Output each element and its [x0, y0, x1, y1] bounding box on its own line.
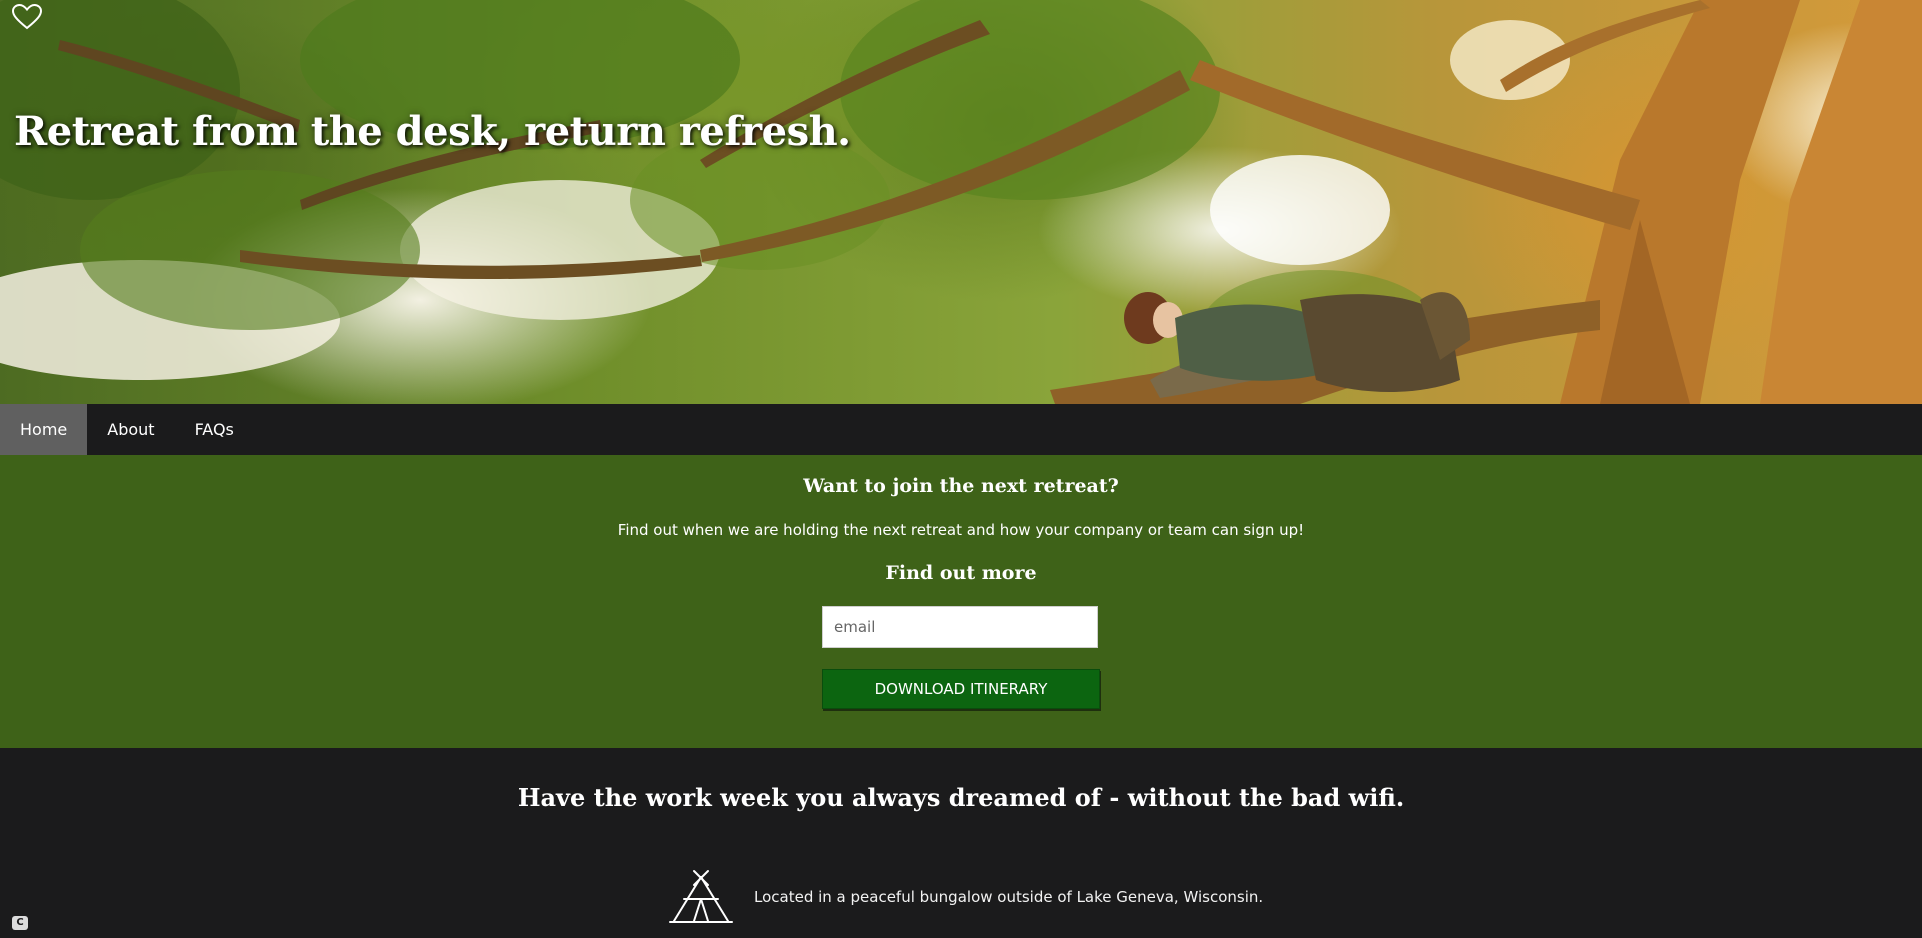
signup-description: Find out when we are holding the next re…	[617, 521, 1305, 539]
heart-outline-icon[interactable]	[12, 4, 42, 30]
features-section: Have the work week you always dreamed of…	[0, 748, 1922, 938]
nav-faqs-link[interactable]: FAQs	[175, 404, 254, 455]
signup-heading: Want to join the next retreat?	[803, 475, 1119, 497]
signup-section: Want to join the next retreat? Find out …	[0, 455, 1922, 748]
signup-subheading: Find out more	[885, 562, 1037, 584]
hero-title: Retreat from the desk, return refresh.	[14, 108, 851, 155]
tent-icon	[669, 870, 733, 923]
feature-text: Located in a peaceful bungalow outside o…	[754, 888, 1264, 906]
feature-item: Located in a peaceful bungalow outside o…	[668, 869, 1263, 925]
email-input[interactable]	[822, 606, 1098, 648]
hero-banner: Retreat from the desk, return refresh.	[0, 0, 1922, 404]
hero-background-image	[0, 0, 1922, 404]
nav-home-link[interactable]: Home	[0, 404, 88, 455]
corner-badge-icon[interactable]: C	[12, 916, 28, 930]
download-itinerary-button[interactable]: DOWNLOAD ITINERARY	[822, 669, 1100, 709]
features-heading: Have the work week you always dreamed of…	[517, 783, 1405, 812]
main-nav: Home About FAQs	[0, 404, 1922, 455]
nav-about-link[interactable]: About	[87, 404, 174, 455]
